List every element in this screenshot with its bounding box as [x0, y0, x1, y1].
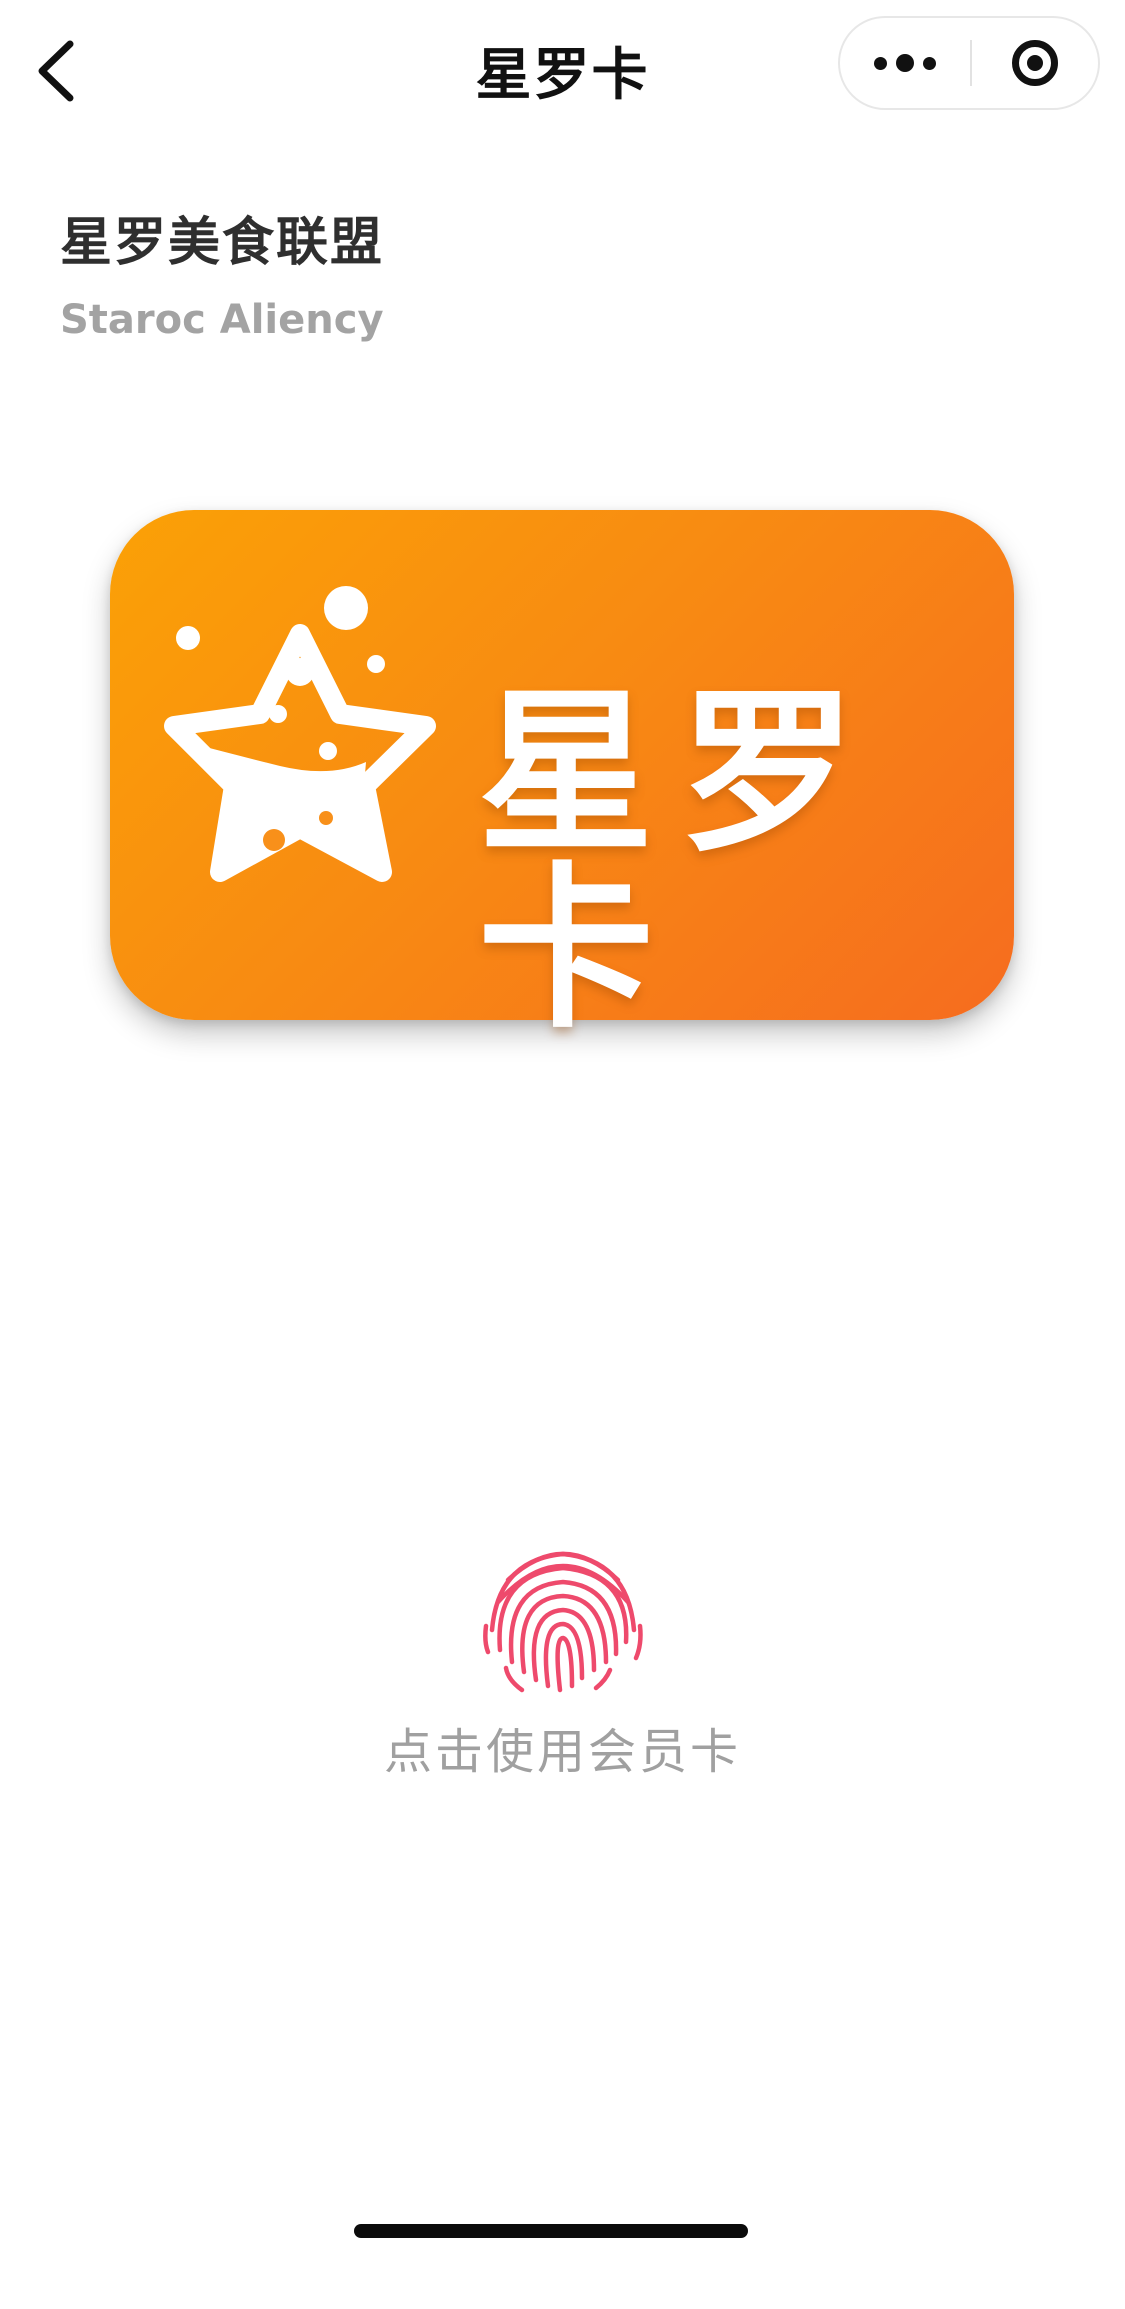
- more-button[interactable]: [840, 18, 970, 108]
- mini-program-capsule: [838, 16, 1100, 110]
- use-card-button[interactable]: 点击使用会员卡: [0, 1530, 1125, 1782]
- star-flask-logo-icon: [164, 586, 436, 882]
- merchant-name: 星罗美食联盟: [60, 213, 385, 273]
- membership-card[interactable]: 星罗卡: [110, 510, 1014, 1038]
- more-dots-icon: [874, 54, 936, 72]
- use-card-label: 点击使用会员卡: [383, 1724, 741, 1780]
- close-mini-program-button[interactable]: [972, 18, 1098, 108]
- home-indicator: [354, 2224, 748, 2238]
- merchant-info: 星罗美食联盟 Staroc Aliency: [60, 200, 384, 343]
- card-title: 星罗卡: [478, 671, 883, 1052]
- merchant-subtitle: Staroc Aliency: [60, 297, 384, 343]
- target-circle-icon: [1012, 40, 1058, 86]
- fingerprint-icon: [482, 1551, 643, 1693]
- navigation-bar: 星罗卡: [0, 0, 1125, 130]
